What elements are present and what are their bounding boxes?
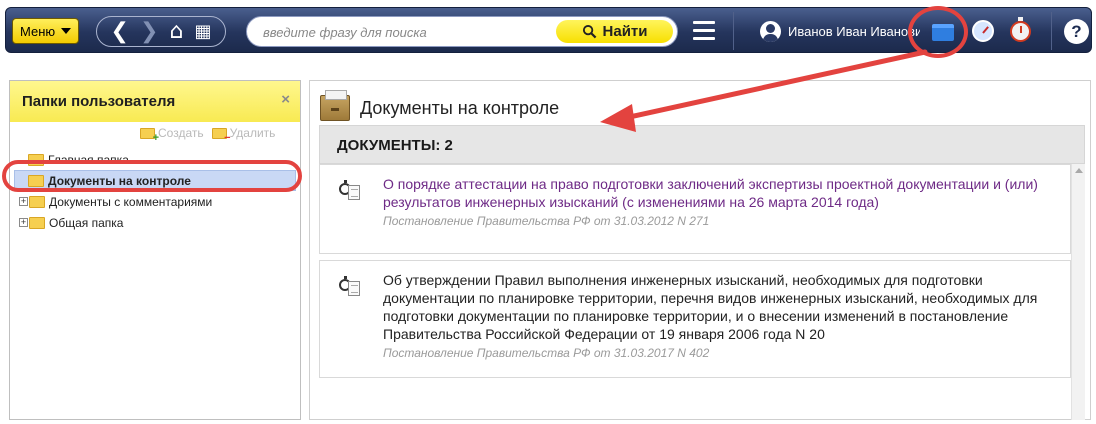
menu-button[interactable]: Меню: [12, 18, 79, 44]
list-item[interactable]: О порядке аттестации на право подготовки…: [319, 164, 1071, 254]
document-source: Постановление Правительства РФ от 31.03.…: [383, 214, 710, 228]
user-folders-panel: Папки пользователя × Создать Удалить Гла…: [9, 80, 301, 420]
folder-icon: [29, 195, 45, 208]
search-input[interactable]: [263, 23, 543, 41]
documents-count-header: ДОКУМЕНТЫ: 2: [319, 125, 1085, 164]
document-title-link[interactable]: Об утверждении Правил выполнения инженер…: [383, 271, 1060, 343]
folder-add-icon: [140, 127, 159, 144]
toolbar-divider: [1051, 12, 1052, 50]
tree-item-shared-folder[interactable]: + Общая папка: [10, 212, 300, 233]
home-icon[interactable]: ⌂: [169, 20, 183, 43]
search-box: Найти: [246, 16, 678, 47]
close-icon[interactable]: ×: [281, 91, 290, 108]
menu-button-label: Меню: [20, 23, 56, 39]
expand-icon[interactable]: +: [19, 197, 28, 206]
help-icon[interactable]: ?: [1064, 19, 1089, 44]
find-button[interactable]: Найти: [556, 20, 673, 43]
scroll-up-icon[interactable]: [1075, 168, 1083, 173]
create-folder-label: Создать: [158, 126, 204, 140]
find-button-label: Найти: [602, 23, 648, 40]
navigation-group: ❮ ❯ ⌂ ▦: [96, 16, 226, 47]
caret-down-icon: [61, 28, 72, 34]
tree-item-label: Общая папка: [49, 215, 124, 230]
documents-panel: Документы на контроле ДОКУМЕНТЫ: 2 О пор…: [309, 80, 1091, 420]
clock-icon[interactable]: [972, 20, 994, 42]
hamburger-icon[interactable]: [693, 21, 715, 41]
tree-item-label: Документы с комментариями: [49, 194, 213, 209]
panel-header: Папки пользователя ×: [10, 81, 300, 122]
stopwatch-icon[interactable]: [1010, 17, 1031, 42]
list-item[interactable]: Об утверждении Правил выполнения инженер…: [319, 260, 1071, 378]
grid-icon[interactable]: ▦: [194, 21, 211, 43]
expand-icon[interactable]: +: [19, 218, 28, 227]
user-name[interactable]: Иванов Иван Иванович: [788, 24, 920, 39]
documents-panel-title-text: Документы на контроле: [360, 97, 560, 118]
document-control-icon: [339, 179, 361, 203]
chevron-right-icon[interactable]: ❯: [140, 20, 158, 43]
folder-icon: [29, 216, 45, 229]
document-title-link[interactable]: О порядке аттестации на право подготовки…: [383, 175, 1060, 211]
document-source: Постановление Правительства РФ от 31.03.…: [383, 346, 710, 360]
tree-item-commented-docs[interactable]: + Документы с комментариями: [10, 191, 300, 212]
magnifier-icon: [582, 24, 596, 39]
documents-panel-title: Документы на контроле: [320, 90, 560, 121]
document-control-icon: [339, 275, 361, 299]
toolbar-divider: [733, 12, 734, 50]
scrollbar[interactable]: [1071, 164, 1085, 420]
delete-folder-button[interactable]: Удалить: [211, 126, 276, 144]
chevron-left-icon[interactable]: ❮: [111, 20, 129, 43]
create-folder-button[interactable]: Создать: [140, 126, 204, 144]
file-cabinet-icon: [320, 90, 350, 121]
folder-actions: Создать Удалить: [140, 126, 276, 144]
delete-folder-label: Удалить: [229, 126, 276, 140]
panel-title: Папки пользователя: [22, 93, 176, 110]
highlight-oval-selected-folder: [2, 160, 302, 192]
document-list: О порядке аттестации на право подготовки…: [319, 164, 1085, 420]
user-icon[interactable]: [760, 21, 781, 42]
highlight-oval-folder: [908, 6, 968, 58]
folder-remove-icon: [211, 127, 231, 144]
